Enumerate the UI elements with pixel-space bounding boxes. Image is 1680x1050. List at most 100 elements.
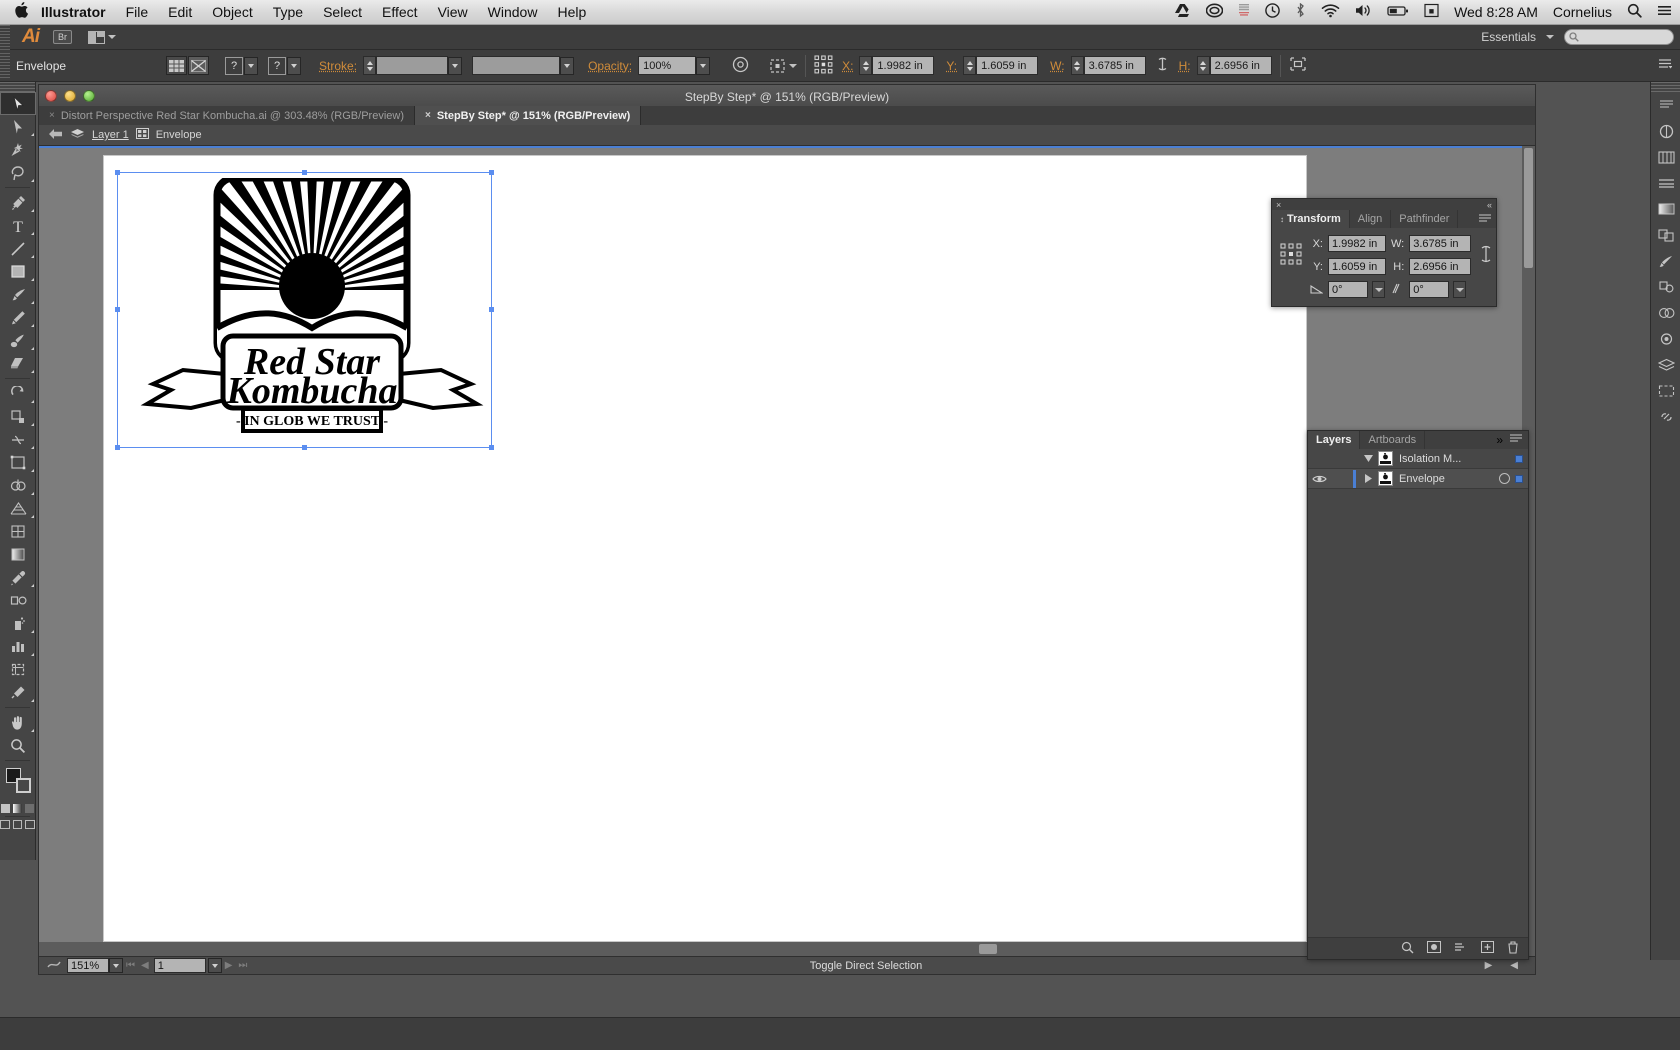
handle-top-right[interactable] — [489, 170, 494, 175]
transform-style-menu[interactable] — [769, 58, 797, 74]
go-to-bridge-button[interactable]: Br — [53, 30, 72, 44]
symbol-sprayer-tool[interactable] — [0, 612, 36, 635]
links-panel-icon[interactable] — [1651, 404, 1680, 430]
status-menu-right-icon[interactable]: ▶ — [1482, 960, 1496, 971]
new-sublayer-icon[interactable] — [1454, 941, 1468, 956]
last-page-button[interactable]: ⏭ — [235, 960, 250, 971]
x-value-field[interactable]: 1.9982 in — [872, 56, 934, 75]
scrollbar-thumb[interactable] — [979, 944, 997, 954]
rotate-angle-field[interactable]: 0° — [1328, 281, 1368, 298]
transform-panel-collapse-icon[interactable]: « — [1487, 200, 1492, 210]
gradient-button[interactable] — [13, 804, 22, 813]
w-stepper[interactable] — [1071, 56, 1084, 75]
volume-icon[interactable] — [1355, 3, 1372, 21]
color-panel-icon[interactable] — [1651, 118, 1680, 144]
handle-top-left[interactable] — [115, 170, 120, 175]
previous-page-button[interactable]: ◀ — [138, 960, 152, 971]
envelope-option-b-chevron-icon[interactable] — [287, 57, 301, 75]
layers-panel-rail-icon[interactable] — [1651, 352, 1680, 378]
stroke-weight-chevron-icon[interactable] — [448, 57, 462, 75]
document-tab-2[interactable]: × StepBy Step* @ 151% (RGB/Preview) — [415, 106, 641, 125]
sync-arrows-icon[interactable] — [1238, 3, 1250, 21]
menu-illustrator[interactable]: Illustrator — [41, 4, 106, 20]
time-machine-icon[interactable] — [1265, 3, 1280, 21]
menu-type[interactable]: Type — [273, 4, 303, 20]
make-mask-icon[interactable] — [1427, 941, 1441, 956]
zoom-button[interactable] — [83, 90, 95, 102]
panel-expand-icon[interactable] — [1651, 92, 1680, 118]
stroke-weight-field[interactable] — [376, 56, 448, 75]
breadcrumb-envelope[interactable]: Envelope — [156, 129, 202, 141]
stroke-weight-stepper[interactable] — [363, 56, 376, 75]
menu-object[interactable]: Object — [212, 4, 252, 20]
transform-panel-menu-icon[interactable] — [1479, 210, 1496, 228]
shear-angle-control[interactable]: 0° — [1409, 281, 1471, 298]
edit-contents-button[interactable] — [188, 56, 209, 75]
width-tool[interactable] — [0, 428, 36, 451]
x-stepper[interactable] — [859, 56, 872, 75]
rotate-angle-chevron-icon[interactable] — [1372, 281, 1385, 298]
handle-top-center[interactable] — [302, 170, 307, 175]
stroke-swatch[interactable] — [16, 778, 31, 793]
opacity-chevron-icon[interactable] — [696, 57, 710, 75]
workspace-switcher[interactable]: Essentials — [1481, 30, 1536, 44]
handle-bottom-center[interactable] — [302, 445, 307, 450]
handle-bottom-right[interactable] — [489, 445, 494, 450]
scale-tool[interactable] — [0, 405, 36, 428]
type-tool[interactable]: T — [0, 214, 36, 237]
lasso-tool[interactable] — [0, 161, 36, 184]
tab-align[interactable]: Align — [1350, 210, 1391, 228]
blend-tool[interactable] — [0, 589, 36, 612]
expand-triangle-right-icon[interactable] — [1358, 474, 1378, 483]
drive-icon[interactable] — [1174, 3, 1191, 21]
pen-tool[interactable] — [0, 191, 36, 214]
artboard-tool[interactable] — [0, 658, 36, 681]
shear-angle-chevron-icon[interactable] — [1453, 281, 1466, 298]
zoom-tool[interactable] — [0, 734, 36, 757]
bluetooth-icon[interactable] — [1295, 3, 1306, 21]
color-guide-icon[interactable] — [1651, 144, 1680, 170]
expand-triangle-down-icon[interactable] — [1358, 455, 1378, 462]
eyedropper-tool[interactable] — [0, 566, 36, 589]
close-icon[interactable]: × — [425, 110, 431, 121]
close-button[interactable] — [45, 90, 57, 102]
transparency-panel-icon[interactable] — [1651, 222, 1680, 248]
spotlight-search-icon[interactable] — [1627, 3, 1642, 21]
breadcrumb-layer[interactable]: Layer 1 — [92, 129, 129, 141]
transform-constrain-icon[interactable] — [1479, 243, 1493, 268]
screen-mode-full[interactable] — [13, 820, 23, 829]
menu-window[interactable]: Window — [488, 4, 538, 20]
mesh-tool[interactable] — [0, 520, 36, 543]
arrange-documents-button[interactable] — [88, 31, 116, 44]
line-segment-tool[interactable] — [0, 237, 36, 260]
keyboard-icon[interactable]: ■ — [1424, 3, 1439, 21]
handle-middle-left[interactable] — [115, 307, 120, 312]
menu-effect[interactable]: Effect — [382, 4, 418, 20]
close-icon[interactable]: × — [49, 110, 55, 121]
notification-center-icon[interactable] — [1657, 3, 1672, 21]
transform-panel-titlebar[interactable]: × « — [1272, 199, 1496, 210]
locate-object-icon[interactable] — [1401, 941, 1414, 957]
shape-builder-tool[interactable] — [0, 474, 36, 497]
scrollbar-thumb[interactable] — [1524, 148, 1533, 268]
artwork-red-star-kombucha-logo[interactable]: Red Star Kombucha - IN GLOB WE TRUST - — [125, 178, 485, 444]
layers-panel-menu-icon[interactable] — [1510, 433, 1522, 447]
transform-reference-point-widget[interactable] — [1280, 243, 1302, 268]
envelope-option-a-chevron-icon[interactable] — [244, 57, 258, 75]
eraser-tool[interactable] — [0, 352, 36, 375]
menu-help[interactable]: Help — [557, 4, 586, 20]
target-indicator[interactable] — [1499, 473, 1510, 484]
menu-edit[interactable]: Edit — [168, 4, 192, 20]
shear-angle-field[interactable]: 0° — [1409, 281, 1449, 298]
creative-cloud-icon[interactable] — [1206, 3, 1223, 21]
y-stepper[interactable] — [963, 56, 976, 75]
transform-h-field[interactable]: 2.6956 in — [1409, 258, 1471, 275]
layer-row-isolation[interactable]: Isolation M... — [1308, 449, 1528, 469]
menu-file[interactable]: File — [126, 4, 149, 20]
envelope-option-a[interactable]: ? — [225, 57, 258, 75]
stroke-label[interactable]: Stroke: — [319, 59, 357, 73]
blob-brush-tool[interactable] — [0, 329, 36, 352]
none-button[interactable] — [25, 804, 34, 813]
layer-name[interactable]: Envelope — [1399, 473, 1445, 485]
symbols-panel-icon[interactable] — [1651, 274, 1680, 300]
